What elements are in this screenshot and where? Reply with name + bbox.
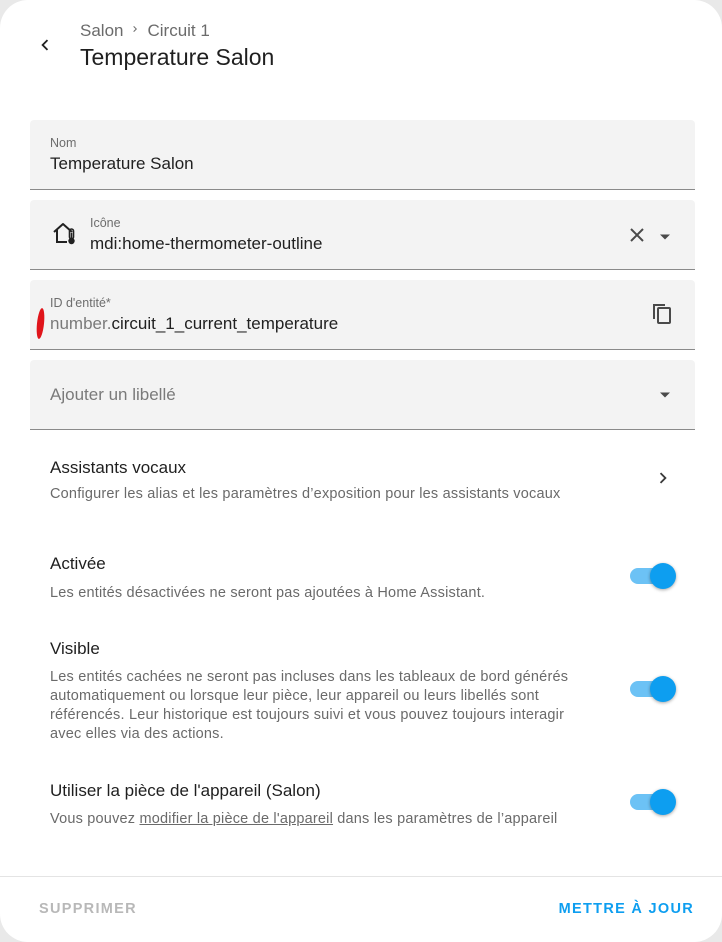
breadcrumb-device[interactable]: Circuit 1 xyxy=(147,21,209,41)
icon-field-value: mdi:home-thermometer-outline xyxy=(90,234,323,253)
visible-toggle[interactable] xyxy=(628,676,676,702)
entity-id-field-label: ID d'entité* xyxy=(50,296,111,310)
labels-field[interactable]: Ajouter un libellé xyxy=(30,360,695,430)
breadcrumb-area[interactable]: Salon xyxy=(80,21,123,41)
icon-field-label: Icône xyxy=(90,216,121,230)
name-field[interactable]: Nom Temperature Salon xyxy=(30,120,695,190)
entity-id-field[interactable]: ID d'entité* number.circuit_1_current_te… xyxy=(30,280,695,350)
page-title: Temperature Salon xyxy=(80,44,275,70)
back-button[interactable] xyxy=(26,28,64,66)
entity-settings-dialog: Salon Circuit 1 Temperature Salon Nom Te… xyxy=(0,0,722,942)
update-button[interactable]: Mettre à jour xyxy=(559,901,694,917)
toggle-knob xyxy=(650,676,676,702)
breadcrumb: Salon Circuit 1 xyxy=(80,21,210,41)
labels-field-placeholder: Ajouter un libellé xyxy=(50,385,176,404)
visible-description: Les entités cachées ne seront pas inclus… xyxy=(50,669,569,742)
icon-field[interactable]: Icône mdi:home-thermometer-outline xyxy=(30,200,695,270)
device-area-title: Utiliser la pièce de l'appareil (Salon) xyxy=(50,781,321,800)
dialog-header: Salon Circuit 1 Temperature Salon xyxy=(0,0,722,100)
device-area-description: Vous pouvez modifier la pièce de l'appar… xyxy=(50,810,557,829)
entity-object-id: circuit_1_current_temperature xyxy=(111,314,339,333)
voice-assistants-title: Assistants vocaux xyxy=(50,458,187,477)
delete-button[interactable]: Supprimer xyxy=(39,901,137,917)
name-field-label: Nom xyxy=(50,136,77,150)
caret-down-icon xyxy=(659,386,671,404)
enabled-description: Les entités désactivées ne seront pas aj… xyxy=(50,585,486,601)
chevron-right-icon xyxy=(652,467,674,494)
icon-dropdown-button[interactable] xyxy=(652,224,678,250)
entity-domain-prefix: number. xyxy=(50,314,112,333)
copy-button[interactable] xyxy=(646,300,678,332)
toggle-knob xyxy=(650,789,676,815)
chevron-right-icon xyxy=(129,22,141,40)
visible-title: Visible xyxy=(50,639,100,658)
device-area-toggle[interactable] xyxy=(628,789,676,815)
entity-id-field-value: number.circuit_1_current_temperature xyxy=(50,314,338,334)
close-icon xyxy=(629,227,645,248)
enabled-toggle[interactable] xyxy=(628,563,676,589)
copy-icon xyxy=(651,302,673,331)
enabled-title: Activée xyxy=(50,554,106,573)
clear-button[interactable] xyxy=(624,224,650,250)
footer-divider xyxy=(0,876,722,877)
device-area-desc-after: dans les paramètres de l’appareil xyxy=(333,811,558,827)
toggle-knob xyxy=(650,563,676,589)
caret-down-icon xyxy=(659,228,671,246)
voice-assistants-description: Configurer les alias et les paramètres d… xyxy=(50,486,561,502)
name-field-value: Temperature Salon xyxy=(50,154,194,173)
home-thermometer-outline-icon xyxy=(52,220,78,251)
device-area-desc-before: Vous pouvez xyxy=(50,811,140,827)
edit-device-area-link[interactable]: modifier la pièce de l'appareil xyxy=(139,811,333,827)
chevron-left-icon xyxy=(34,34,56,61)
labels-dropdown-button[interactable] xyxy=(652,382,678,408)
